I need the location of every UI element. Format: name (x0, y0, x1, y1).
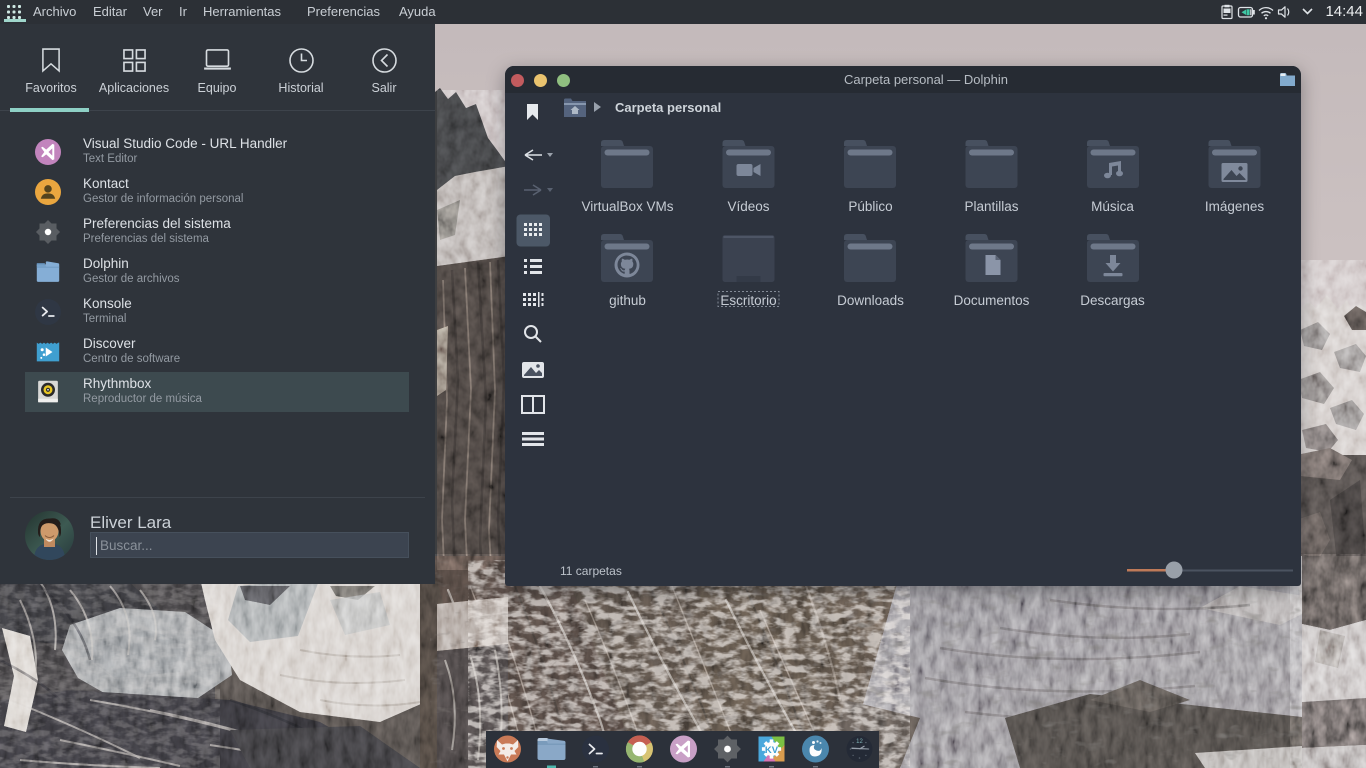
svg-text:KV: KV (765, 745, 779, 756)
svg-text:12: 12 (856, 739, 863, 745)
